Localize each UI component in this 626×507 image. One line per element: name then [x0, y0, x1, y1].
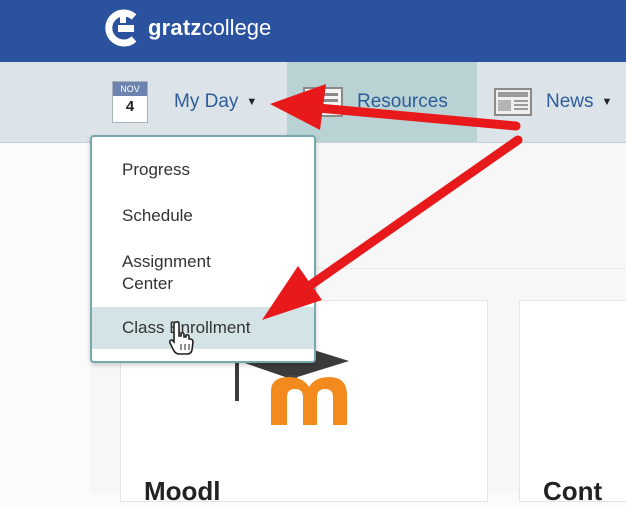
arrow-to-my-day-icon — [270, 84, 521, 131]
arrow-to-class-enrollment-icon — [262, 135, 523, 320]
annotation-arrows — [262, 84, 523, 320]
